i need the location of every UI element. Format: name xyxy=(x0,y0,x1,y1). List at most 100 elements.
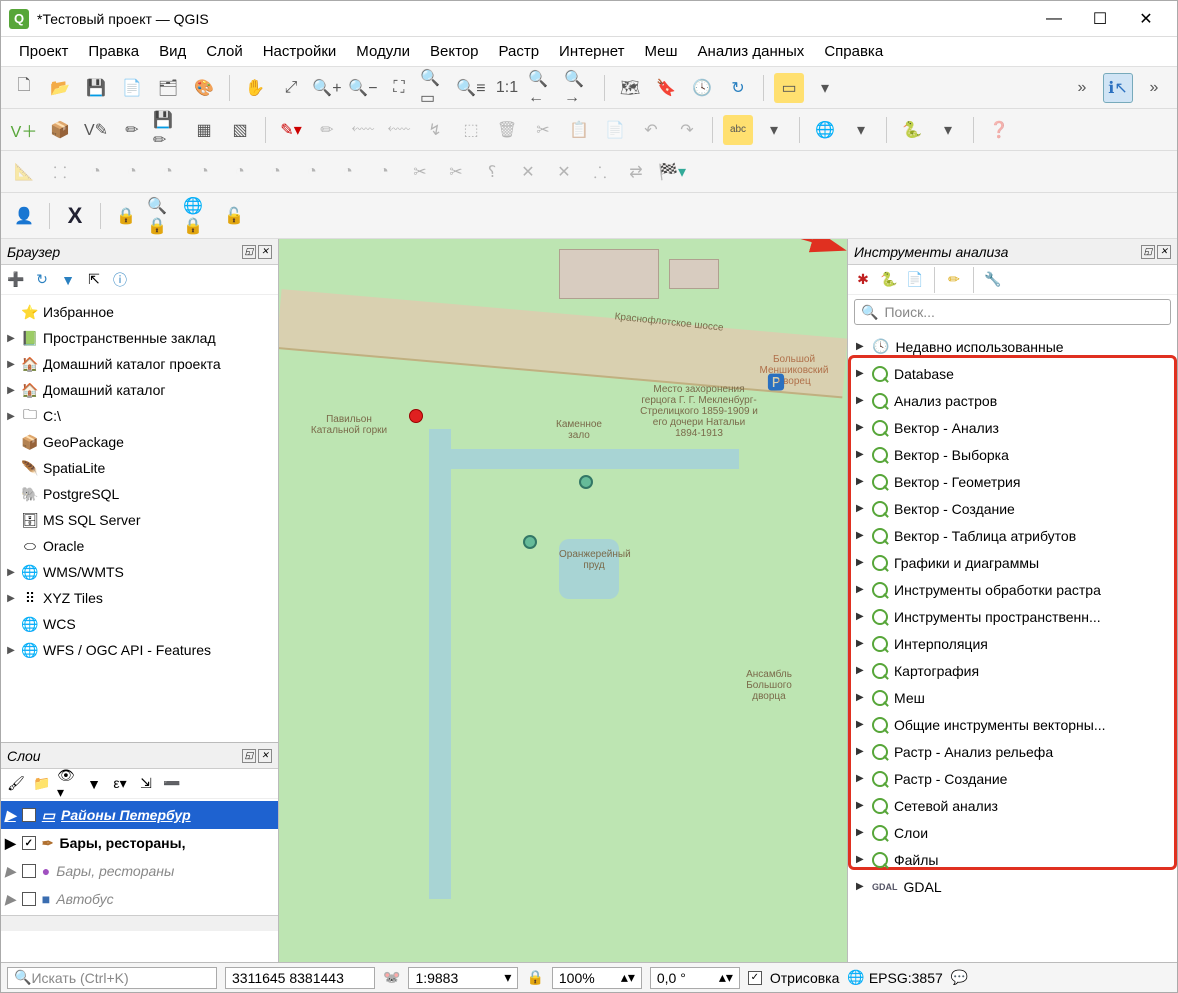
processing-group[interactable]: ▶Вектор - Анализ xyxy=(852,414,1169,441)
browser-properties-button[interactable]: ⓘ xyxy=(109,269,131,291)
processing-tree[interactable]: ▶🕓Недавно использованные▶Database▶Анализ… xyxy=(848,329,1177,962)
open-project-button[interactable]: 📂 xyxy=(45,73,75,103)
plugin-x-button[interactable]: X xyxy=(60,201,90,231)
browser-item[interactable]: 📦GeoPackage xyxy=(1,429,278,455)
layer-checkbox[interactable] xyxy=(22,864,36,878)
python-console-button[interactable]: 🐍 xyxy=(897,115,927,145)
delete-button[interactable]: 🗑 xyxy=(492,115,522,145)
snap-10[interactable]: ◔ xyxy=(333,157,363,187)
style-manager-button[interactable]: 🎨 xyxy=(189,73,219,103)
layers-remove-button[interactable]: ➖ xyxy=(161,773,183,795)
processing-group[interactable]: ▶Растр - Анализ рельефа xyxy=(852,738,1169,765)
zoom-full-button[interactable]: ⛶ xyxy=(384,73,414,103)
processing-group[interactable]: ▶Картография xyxy=(852,657,1169,684)
coords-field[interactable]: 3311645 8381443 xyxy=(225,967,375,989)
processing-group[interactable]: ▶GDALGDAL xyxy=(852,873,1169,900)
snap-14[interactable]: ⸮ xyxy=(477,157,507,187)
extents-icon[interactable]: 🐭 xyxy=(383,969,400,986)
select-button[interactable]: ▭ xyxy=(774,73,804,103)
processing-options-button[interactable]: 🔧 xyxy=(982,269,1004,291)
zoom-last-button[interactable]: 🔍← xyxy=(528,73,558,103)
add-feature-button[interactable]: ▦ xyxy=(189,115,219,145)
toggle-editing-button[interactable]: ✏ xyxy=(117,115,147,145)
snap-18[interactable]: ⇄ xyxy=(621,157,651,187)
processing-group[interactable]: ▶Инструменты обработки растра xyxy=(852,576,1169,603)
new-shapefile-button[interactable]: V✎ xyxy=(81,115,111,145)
snap-15[interactable]: ✕ xyxy=(513,157,543,187)
edit-tool-5[interactable]: ⬚ xyxy=(456,115,486,145)
lock-3-button[interactable]: 🌐🔒 xyxy=(183,201,213,231)
lock-2-button[interactable]: 🔍🔒 xyxy=(147,201,177,231)
cut-button[interactable]: ✂ xyxy=(528,115,558,145)
snap-4[interactable]: ◔ xyxy=(117,157,147,187)
edit-tool-2[interactable]: ⬳ xyxy=(348,115,378,145)
processing-group[interactable]: ▶Вектор - Выборка xyxy=(852,441,1169,468)
browser-add-button[interactable]: ➕ xyxy=(5,269,27,291)
layer-checkbox[interactable] xyxy=(22,892,36,906)
browser-item[interactable]: ▶⠿XYZ Tiles xyxy=(1,585,278,611)
new-project-button[interactable]: 🗋 xyxy=(9,73,39,103)
lock-scale-button[interactable]: 🔒 xyxy=(526,969,543,986)
menu-правка[interactable]: Правка xyxy=(78,39,149,64)
minimize-button[interactable]: — xyxy=(1031,3,1077,35)
menu-проект[interactable]: Проект xyxy=(9,39,78,64)
browser-refresh-button[interactable]: ↻ xyxy=(31,269,53,291)
pan-to-selection-button[interactable]: ⤢ xyxy=(276,73,306,103)
processing-group[interactable]: ▶🕓Недавно использованные xyxy=(852,333,1169,360)
zoom-layer-button[interactable]: 🔍≡ xyxy=(456,73,486,103)
new-layout-button[interactable]: 📄 xyxy=(117,73,147,103)
menu-интернет[interactable]: Интернет xyxy=(549,39,634,64)
processing-history-button[interactable]: 📄 xyxy=(904,269,926,291)
browser-item[interactable]: ▶📗Пространственные заклад xyxy=(1,325,278,351)
snap-5[interactable]: ◔ xyxy=(153,157,183,187)
close-button[interactable]: ✕ xyxy=(1123,3,1169,35)
browser-item[interactable]: 🪶SpatiaLite xyxy=(1,455,278,481)
processing-group[interactable]: ▶Анализ растров xyxy=(852,387,1169,414)
new-map-view-button[interactable]: 🗺 xyxy=(615,73,645,103)
layers-filter-button[interactable]: ▼ xyxy=(83,773,105,795)
processing-group[interactable]: ▶Вектор - Таблица атрибутов xyxy=(852,522,1169,549)
snap-3[interactable]: ◔ xyxy=(81,157,111,187)
new-geopackage-button[interactable]: 📦 xyxy=(45,115,75,145)
menu-анализ данных[interactable]: Анализ данных xyxy=(688,39,815,64)
menu-слой[interactable]: Слой xyxy=(196,39,252,64)
layers-scrollbar[interactable] xyxy=(1,915,278,931)
magnifier-field[interactable]: 100% ▴▾ xyxy=(552,967,642,989)
paste-button[interactable]: 📄 xyxy=(600,115,630,145)
browser-filter-button[interactable]: ▼ xyxy=(57,269,79,291)
browser-item[interactable]: ▶🏠Домашний каталог xyxy=(1,377,278,403)
crs-button[interactable]: 🌐 EPSG:3857 xyxy=(847,969,942,986)
snap-17[interactable]: ⸫ xyxy=(585,157,615,187)
browser-collapse-button[interactable]: ⇱ xyxy=(83,269,105,291)
snap-1[interactable]: 📐 xyxy=(9,157,39,187)
help-button[interactable]: ❓ xyxy=(984,115,1014,145)
add-vector-button[interactable]: V＋ xyxy=(9,115,39,145)
current-edits-button[interactable]: ✎▾ xyxy=(276,115,306,145)
zoom-in-button[interactable]: 🔍+ xyxy=(312,73,342,103)
temporal-button[interactable]: 🕓 xyxy=(687,73,717,103)
processing-group[interactable]: ▶Сетевой анализ xyxy=(852,792,1169,819)
layers-style-button[interactable]: 🖌 xyxy=(5,773,27,795)
plugin-web-dropdown[interactable]: ▾ xyxy=(846,115,876,145)
pan-button[interactable]: ✋ xyxy=(240,73,270,103)
menu-справка[interactable]: Справка xyxy=(814,39,893,64)
new-bookmark-button[interactable]: 🔖 xyxy=(651,73,681,103)
scale-field[interactable]: 1:9883 ▾ xyxy=(408,967,518,989)
processing-search-input[interactable]: 🔍 Поиск... xyxy=(854,299,1171,325)
menu-вид[interactable]: Вид xyxy=(149,39,196,64)
snap-8[interactable]: ◔ xyxy=(261,157,291,187)
browser-close-button[interactable]: ✕ xyxy=(258,245,272,259)
messages-button[interactable]: 💬 xyxy=(951,969,968,986)
layer-item[interactable]: ▶✓✒Бары, рестораны, xyxy=(1,829,278,857)
menu-настройки[interactable]: Настройки xyxy=(253,39,347,64)
render-checkbox[interactable]: ✓ xyxy=(748,971,762,985)
edit-tool-3[interactable]: ⬳ xyxy=(384,115,414,145)
maximize-button[interactable]: ☐ xyxy=(1077,3,1123,35)
menu-вектор[interactable]: Вектор xyxy=(420,39,488,64)
layers-expression-button[interactable]: ε▾ xyxy=(109,773,131,795)
layer-item[interactable]: ▶▭Районы Петербур xyxy=(1,801,278,829)
labels-dropdown[interactable]: ▾ xyxy=(759,115,789,145)
plugin-web-button[interactable]: 🌐 xyxy=(810,115,840,145)
snap-13[interactable]: ✂ xyxy=(441,157,471,187)
processing-model-button[interactable]: ✱ xyxy=(852,269,874,291)
